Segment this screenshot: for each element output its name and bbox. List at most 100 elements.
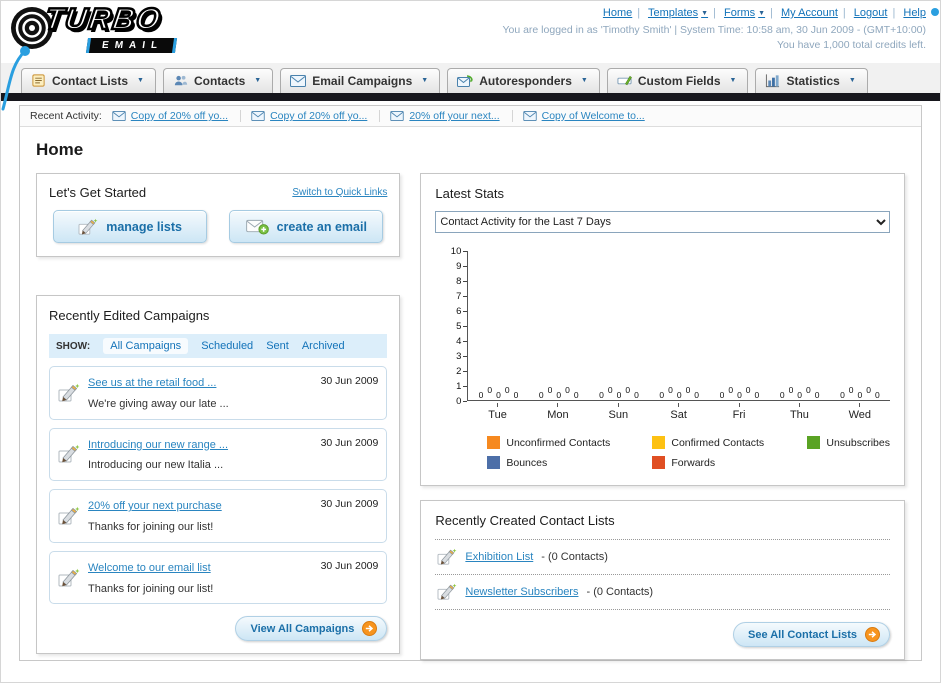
top-link-logout[interactable]: Logout <box>854 7 888 19</box>
bar-value-label: 0 <box>504 384 510 395</box>
bar-group: 00000 <box>468 384 528 400</box>
tab-statistics[interactable]: Statistics ▼ <box>755 68 868 93</box>
chevron-down-icon: ▼ <box>421 77 429 84</box>
legend-item: Unconfirmed Contacts <box>487 436 652 449</box>
campaign-title-link[interactable]: 20% off your next purchase <box>88 500 222 512</box>
tab-contact-lists[interactable]: Contact Lists ▼ <box>21 68 156 93</box>
contact-lists-title: Recently Created Contact Lists <box>435 513 615 528</box>
tab-label: Email Campaigns <box>312 73 413 88</box>
x-axis-label: Wed <box>830 403 890 421</box>
pencil-icon <box>437 583 457 600</box>
top-link-my-account[interactable]: My Account <box>781 7 838 19</box>
recent-activity-link[interactable]: Copy of 20% off yo... <box>131 110 228 122</box>
recent-activity-link[interactable]: Copy of 20% off yo... <box>270 110 367 122</box>
recent-activity-item: Copy of 20% off yo... <box>112 110 242 122</box>
bar-group: 00000 <box>649 384 709 400</box>
campaign-list-item: See us at the retail food ... We're givi… <box>49 366 388 420</box>
left-column: Let's Get Started Switch to Quick Links … <box>36 173 401 660</box>
tab-label: Custom Fields <box>637 73 721 88</box>
manage-lists-button[interactable]: manage lists <box>53 210 208 243</box>
chart-y-axis: 10 9 8 7 6 5 4 3 2 1 0 <box>445 246 468 407</box>
legend-item: Forwards <box>652 456 807 469</box>
bar-value-label: 0 <box>737 389 742 400</box>
bar-value-label: 0 <box>487 384 493 395</box>
bar-value-label: 0 <box>685 384 691 395</box>
chevron-down-icon: ▼ <box>848 77 856 84</box>
campaign-title-link[interactable]: Welcome to our email list <box>88 562 211 574</box>
bar-group: 00000 <box>589 385 649 400</box>
main-nav-tabs: Contact Lists ▼ Contacts ▼ Email Campaig… <box>1 63 940 93</box>
campaign-subtitle: Introducing our new Italia ... <box>88 459 224 472</box>
recent-activity-item: Copy of 20% off yo... <box>251 110 381 122</box>
x-axis-label: Tue <box>467 403 527 421</box>
filter-sent[interactable]: Sent <box>266 340 289 352</box>
campaign-subtitle: Thanks for joining our list! <box>88 520 214 533</box>
campaign-title-link[interactable]: Introducing our new range ... <box>88 439 228 451</box>
tab-label: Autoresponders <box>479 73 572 88</box>
chevron-down-icon: ▼ <box>758 9 766 17</box>
contact-list-link[interactable]: Newsletter Subscribers <box>465 586 578 598</box>
recently-edited-campaigns-panel: Recently Edited Campaigns SHOW: All Camp… <box>36 295 401 655</box>
see-all-contact-lists-button[interactable]: See All Contact Lists <box>732 622 890 647</box>
bar-value-label: 0 <box>875 389 880 400</box>
campaign-list-item: 20% off your next purchase Thanks for jo… <box>49 489 388 543</box>
x-axis-label: Sat <box>649 403 709 421</box>
top-link-home[interactable]: Home <box>603 7 632 19</box>
top-link-templates[interactable]: Templates ▼ <box>648 7 708 19</box>
switch-quick-links-link[interactable]: Switch to Quick Links <box>292 187 387 198</box>
bar-value-label: 0 <box>814 389 820 400</box>
arrow-right-icon <box>865 627 880 642</box>
filter-all-campaigns[interactable]: All Campaigns <box>103 338 189 354</box>
logo-email: EMAIL <box>85 38 178 53</box>
x-axis-label: Fri <box>709 403 769 421</box>
header-right: Home | Templates ▼ | Forms ▼ | My Account | Lo… <box>502 7 926 51</box>
bar-value-label: 0 <box>616 389 622 400</box>
top-link-help[interactable]: Help <box>903 7 926 19</box>
campaign-subtitle: We're giving away our late ... <box>88 397 229 410</box>
tab-autoresponders[interactable]: Autoresponders ▼ <box>447 68 600 93</box>
contact-list-detail: - (0 Contacts) <box>541 551 608 563</box>
create-email-label: create an email <box>276 219 367 234</box>
bar-value-label: 0 <box>754 389 760 400</box>
top-header: TURBO EMAIL Home | Templates ▼ | Forms ▼ | My… <box>1 1 940 111</box>
x-axis-label: Thu <box>769 403 829 421</box>
bar-value-label: 0 <box>745 384 751 395</box>
chevron-down-icon: ▼ <box>254 77 262 84</box>
filter-scheduled[interactable]: Scheduled <box>201 340 253 352</box>
pencil-icon <box>58 506 80 525</box>
contact-list-link[interactable]: Exhibition List <box>465 551 533 563</box>
pencil-icon <box>58 383 80 402</box>
bar-value-label: 0 <box>565 384 570 395</box>
top-link-forms[interactable]: Forms ▼ <box>724 7 765 19</box>
statistics-icon <box>765 73 780 88</box>
bar-value-label: 0 <box>513 389 519 400</box>
stats-range-select[interactable]: Contact Activity for the Last 7 Days <box>435 211 890 233</box>
tab-label: Contacts <box>193 73 246 88</box>
create-email-button[interactable]: create an email <box>229 210 384 243</box>
bar-value-label: 0 <box>779 389 785 400</box>
latest-stats-title: Latest Stats <box>435 186 505 201</box>
recent-activity-link[interactable]: Copy of Welcome to... <box>542 110 645 122</box>
page-title: Home <box>36 140 84 159</box>
pencil-icon <box>58 445 80 463</box>
view-all-campaigns-button[interactable]: View All Campaigns <box>235 616 388 642</box>
pencil-icon <box>437 548 457 565</box>
recent-activity-link[interactable]: 20% off your next... <box>409 110 499 122</box>
legend-item: Unsubscribes <box>807 436 890 449</box>
bar-value-label: 0 <box>634 389 639 400</box>
bar-value-label: 0 <box>478 389 484 400</box>
get-started-title: Let's Get Started <box>49 185 147 200</box>
tab-custom-fields[interactable]: Custom Fields ▼ <box>606 68 749 93</box>
filter-archived[interactable]: Archived <box>302 340 345 352</box>
campaign-title-link[interactable]: See us at the retail food ... <box>88 377 216 389</box>
campaign-date: 30 Jun 2009 <box>320 559 379 572</box>
legend-item: Bounces <box>487 456 652 469</box>
bar-value-label: 0 <box>848 384 854 395</box>
tab-email-campaigns[interactable]: Email Campaigns ▼ <box>280 68 441 93</box>
legend-swatch <box>487 456 501 469</box>
tab-contacts[interactable]: Contacts ▼ <box>162 68 274 93</box>
contact-list-detail: - (0 Contacts) <box>586 586 654 598</box>
top-link-forms-label: Forms <box>723 7 756 19</box>
envelope-icon <box>251 111 265 121</box>
contact-list-item: Newsletter Subscribers - (0 Contacts) <box>435 575 890 610</box>
